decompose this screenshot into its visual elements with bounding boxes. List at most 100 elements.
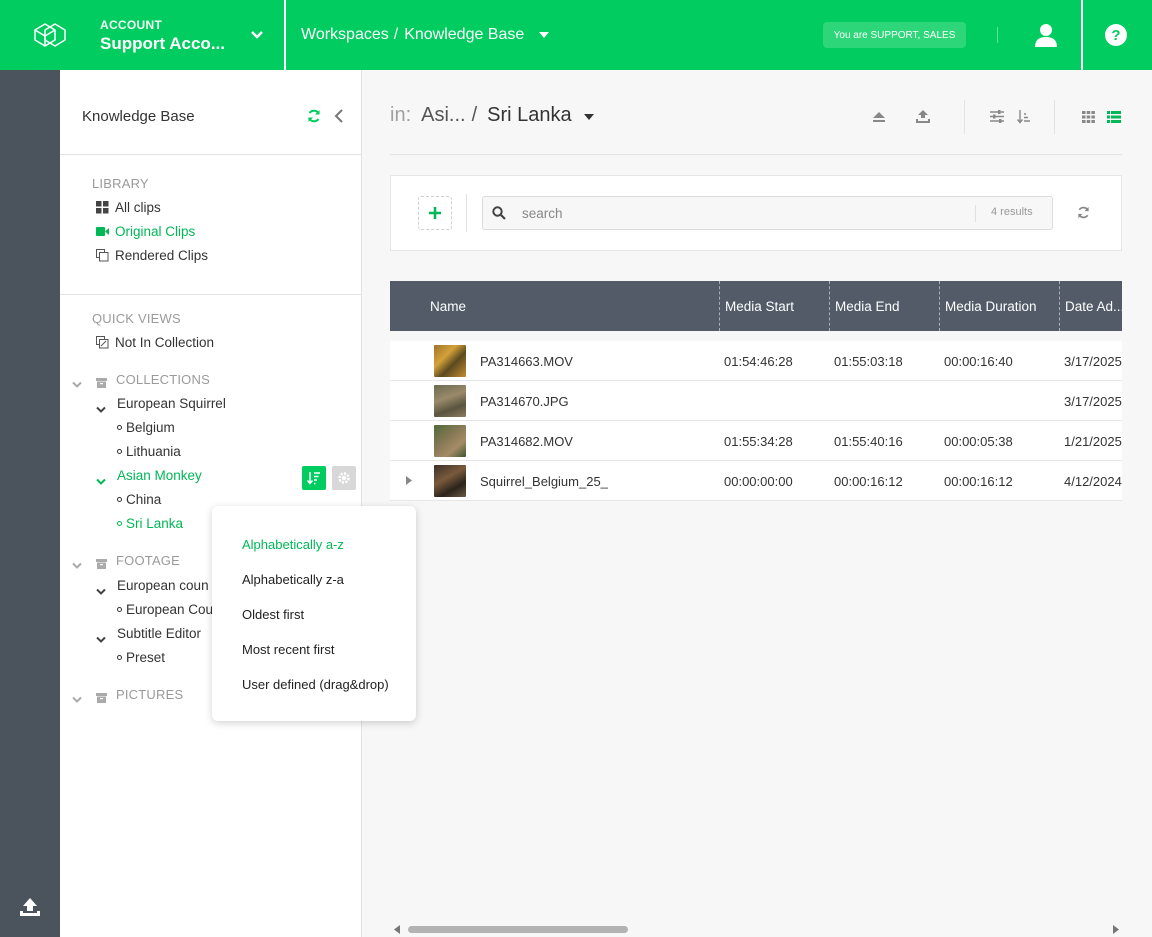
table-row[interactable]: Squirrel_Belgium_25_ 00:00:00:00 00:00:16:…	[390, 461, 1122, 501]
search-panel: search 4 results	[390, 175, 1122, 251]
table-header: Name Media Start Media End Media Duratio…	[390, 281, 1122, 331]
chevron-down-icon[interactable]	[72, 376, 82, 394]
sort-button[interactable]	[302, 466, 326, 490]
chevron-left-icon[interactable]	[334, 109, 344, 128]
divider	[964, 100, 965, 134]
column-divider[interactable]	[939, 281, 940, 331]
table-body: PA314663.MOV 01:54:46:28 01:55:03:18 00:00:…	[390, 341, 1122, 501]
circle-icon	[117, 449, 122, 454]
collection-label: Lithuania	[126, 444, 181, 459]
scroll-right-icon[interactable]	[1112, 925, 1119, 934]
refresh-icon[interactable]	[1077, 206, 1090, 224]
main-content: in: Asi... / Sri Lanka search 4 results …	[362, 70, 1152, 937]
column-divider[interactable]	[1059, 281, 1060, 331]
path-parent[interactable]: Asi...	[421, 104, 465, 127]
eject-icon[interactable]	[872, 110, 886, 128]
upload-icon[interactable]	[18, 896, 42, 923]
column-divider[interactable]	[719, 281, 720, 331]
collection-belgium[interactable]: Belgium	[117, 420, 175, 435]
cell-name: PA314682.MOV	[480, 433, 573, 449]
chevron-down-icon[interactable]	[96, 473, 106, 491]
circle-icon	[117, 521, 122, 526]
table-row[interactable]: PA314682.MOV 01:55:34:28 01:55:40:16 00:00:…	[390, 421, 1122, 461]
expand-icon[interactable]	[406, 476, 412, 485]
chevron-down-icon[interactable]	[72, 691, 82, 709]
chevron-down-icon[interactable]	[96, 583, 106, 601]
account-switcher[interactable]: ACCOUNT Support Acco...	[100, 0, 286, 70]
refresh-icon[interactable]	[307, 109, 321, 128]
divider	[466, 194, 467, 232]
sidebar-item-label: Not In Collection	[115, 335, 215, 350]
table-row[interactable]: PA314663.MOV 01:54:46:28 01:55:03:18 00:00:…	[390, 341, 1122, 381]
archive-icon	[96, 375, 107, 393]
column-header-date-added[interactable]: Date Ad...	[1065, 281, 1122, 331]
sort-option-alpha-az[interactable]: Alphabetically a-z	[242, 537, 344, 552]
sidebar-item-not-in-collection[interactable]: Not In Collection	[96, 335, 214, 350]
sort-order-icon[interactable]	[1016, 110, 1031, 129]
sort-option-oldest[interactable]: Oldest first	[242, 607, 304, 622]
column-header-media-duration[interactable]: Media Duration	[945, 281, 1055, 331]
collection-sri-lanka[interactable]: Sri Lanka	[117, 516, 183, 531]
left-rail	[0, 70, 60, 937]
breadcrumb-knowledge-base[interactable]: Knowledge Base	[404, 26, 524, 44]
copy-icon	[96, 249, 109, 262]
column-header-name[interactable]: Name	[430, 281, 710, 331]
divider	[975, 205, 976, 222]
filter-sliders-icon[interactable]	[990, 110, 1004, 128]
help-icon[interactable]: ?	[1104, 23, 1128, 52]
add-button[interactable]	[418, 196, 452, 230]
cell-date-added: 4/12/2024	[1064, 473, 1122, 489]
collection-label: Sri Lanka	[126, 516, 184, 531]
user-icon[interactable]	[1034, 22, 1058, 53]
settings-button[interactable]	[332, 466, 356, 490]
chevron-down-icon[interactable]	[96, 401, 106, 419]
footage-preset[interactable]: Preset	[117, 650, 165, 665]
cell-media-end: 01:55:03:18	[834, 353, 903, 369]
search-input[interactable]: search 4 results	[482, 196, 1053, 230]
chevron-down-icon[interactable]	[72, 557, 82, 575]
collection-china[interactable]: China	[117, 492, 161, 507]
sidebar-item-all-clips[interactable]: All clips	[96, 200, 161, 215]
column-divider[interactable]	[829, 281, 830, 331]
table-row[interactable]: PA314670.JPG 3/17/2025	[390, 381, 1122, 421]
footage-label-text: European Cou	[126, 602, 214, 617]
role-badge: You are SUPPORT, SALES	[823, 22, 966, 48]
collection-european-squirrel[interactable]: European Squirrel	[117, 396, 226, 411]
column-header-media-start[interactable]: Media Start	[725, 281, 825, 331]
collection-lithuania[interactable]: Lithuania	[117, 444, 181, 459]
thumbnail[interactable]	[434, 385, 466, 417]
horizontal-scrollbar[interactable]	[390, 923, 1122, 935]
caret-down-icon[interactable]	[583, 107, 594, 125]
cell-media-duration: 00:00:05:38	[944, 433, 1013, 449]
sidebar-item-original-clips[interactable]: Original Clips	[96, 224, 195, 239]
sidebar-item-label: All clips	[115, 200, 161, 215]
sort-option-most-recent[interactable]: Most recent first	[242, 642, 334, 657]
footage-subtitle-editor[interactable]: Subtitle Editor	[117, 626, 201, 641]
divider	[390, 154, 1122, 155]
sidebar-item-rendered-clips[interactable]: Rendered Clips	[96, 248, 208, 263]
footage-european-cou[interactable]: European Cou	[117, 602, 213, 617]
sort-option-user-defined[interactable]: User defined (drag&drop)	[242, 677, 389, 692]
grid-view-icon[interactable]	[1082, 110, 1095, 128]
export-icon[interactable]	[916, 110, 930, 128]
list-view-icon[interactable]	[1107, 110, 1121, 128]
collection-label: Belgium	[126, 420, 175, 435]
column-header-media-end[interactable]: Media End	[835, 281, 935, 331]
circle-icon	[117, 425, 122, 430]
collection-asian-monkey[interactable]: Asian Monkey	[117, 468, 202, 483]
chevron-down-icon[interactable]	[96, 631, 106, 649]
scroll-left-icon[interactable]	[394, 925, 401, 934]
caret-down-icon[interactable]	[538, 26, 550, 44]
scrollbar-thumb[interactable]	[408, 926, 628, 933]
sort-option-alpha-za[interactable]: Alphabetically z-a	[242, 572, 344, 587]
path-current[interactable]: Sri Lanka	[487, 104, 572, 127]
quick-views-label: QUICK VIEWS	[92, 311, 181, 326]
thumbnail[interactable]	[434, 345, 466, 377]
app-logo-icon[interactable]	[0, 0, 100, 70]
thumbnail[interactable]	[434, 465, 466, 497]
footage-european-coun[interactable]: European coun	[117, 578, 209, 593]
footage-label-text: Preset	[126, 650, 166, 665]
sidebar: Knowledge Base LIBRARY All clips Origina…	[60, 70, 362, 937]
thumbnail[interactable]	[434, 425, 466, 457]
breadcrumb-workspaces[interactable]: Workspaces	[301, 26, 389, 44]
